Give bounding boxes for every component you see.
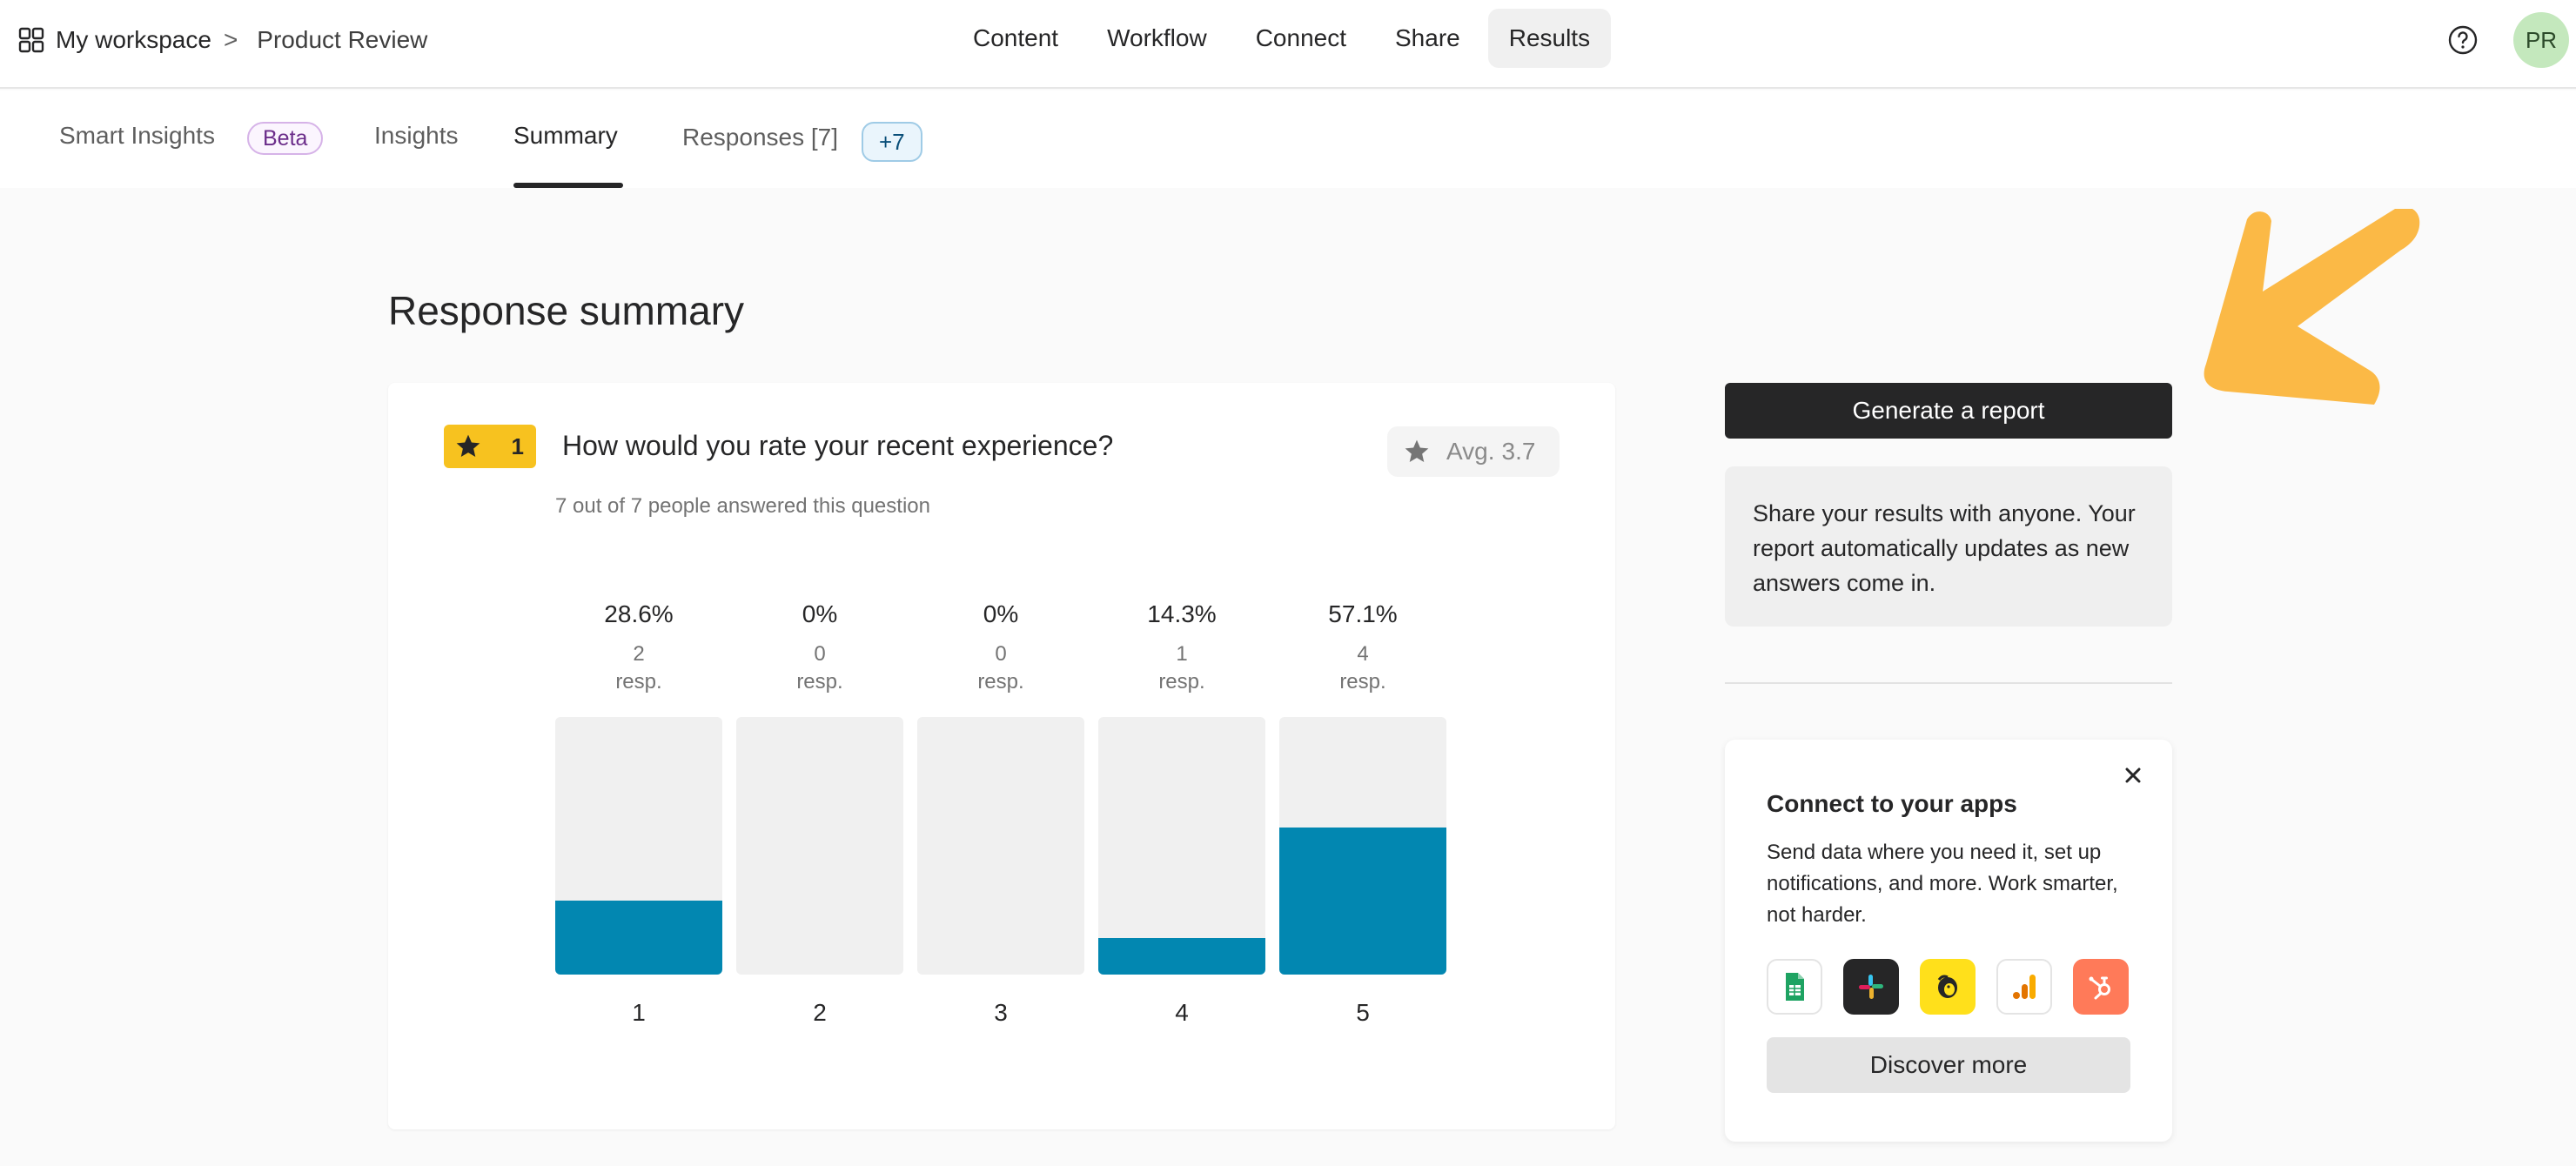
bar-count-label: 1: [1176, 642, 1188, 666]
close-icon[interactable]: [2122, 764, 2144, 787]
tab-summary[interactable]: Summary: [513, 122, 623, 188]
nav-results[interactable]: Results: [1487, 9, 1612, 68]
bar-count-unit: resp.: [977, 670, 1024, 694]
question-number: 1: [511, 432, 524, 459]
average-value: 3.7: [1501, 438, 1536, 465]
tab-insights[interactable]: Insights: [374, 122, 459, 188]
nav-content[interactable]: Content: [952, 9, 1079, 68]
bar-column-5: 57.1% 4 resp. 5: [1279, 600, 1446, 1026]
google-sheets-icon[interactable]: [1767, 959, 1822, 1015]
hubspot-icon[interactable]: [2073, 959, 2129, 1015]
question-summary-card: 1 How would you rate your recent experie…: [388, 383, 1615, 1129]
generate-report-button[interactable]: Generate a report: [1725, 383, 2172, 439]
discover-more-button[interactable]: Discover more: [1767, 1037, 2130, 1093]
bar-track: [736, 717, 903, 975]
tab-insights-label: Insights: [374, 122, 459, 149]
top-bar: My workspace > Product Review Content Wo…: [0, 0, 2576, 89]
report-info-box: Share your results with anyone. Your rep…: [1725, 466, 2172, 627]
bar-track: [1098, 717, 1265, 975]
tab-smart-insights[interactable]: Smart Insights: [59, 122, 215, 188]
breadcrumb-workspace[interactable]: My workspace: [56, 26, 211, 54]
bar-fill: [555, 901, 722, 975]
answered-count: 7 out of 7 people answered this question: [555, 494, 930, 518]
bar-percent-label: 28.6%: [604, 600, 674, 627]
bar-track: [917, 717, 1084, 975]
slack-icon[interactable]: [1843, 959, 1899, 1015]
bar-track: [555, 717, 722, 975]
bar-column-3: 0% 0 resp. 3: [917, 600, 1084, 1026]
bar-fill: [1279, 827, 1446, 975]
tab-smart-insights-label: Smart Insights: [59, 122, 215, 149]
average-label: Avg.: [1446, 438, 1495, 465]
bar-count-unit: resp.: [1339, 670, 1386, 694]
breadcrumb: My workspace > Product Review: [17, 23, 427, 57]
connect-apps-card: Connect to your apps Send data where you…: [1725, 740, 2172, 1142]
bar-category-label: 5: [1356, 999, 1370, 1026]
question-number-badge: 1: [444, 425, 536, 468]
results-subtabs: Smart Insights Beta Insights Summary Res…: [0, 90, 2576, 188]
question-title: How would you rate your recent experienc…: [562, 430, 1114, 461]
apps-title: Connect to your apps: [1767, 790, 2017, 817]
bar-category-label: 1: [632, 999, 646, 1026]
new-responses-badge: +7: [862, 122, 922, 162]
average-rating-pill: Avg. 3.7: [1387, 426, 1560, 477]
nav-connect[interactable]: Connect: [1235, 9, 1367, 68]
bar-count-label: 2: [633, 642, 645, 666]
workspace-grid-icon[interactable]: [17, 26, 45, 54]
bar-percent-label: 14.3%: [1147, 600, 1217, 627]
bar-fill: [1098, 937, 1265, 975]
annotation-arrow-icon: [2204, 209, 2420, 405]
apps-description: Send data where you need it, set up noti…: [1767, 841, 2118, 927]
nav-workflow[interactable]: Workflow: [1086, 9, 1228, 68]
tab-summary-label: Summary: [513, 122, 618, 149]
bar-column-1: 28.6% 2 resp. 1: [555, 600, 722, 1026]
beta-badge: Beta: [247, 122, 324, 155]
breadcrumb-form[interactable]: Product Review: [257, 26, 427, 54]
star-icon: [456, 434, 480, 457]
bar-percent-label: 0%: [983, 600, 1019, 627]
rating-bar-chart: 28.6% 2 resp. 1 0% 0 resp. 2 0% 0 resp. 3 14.3% 1 resp…: [555, 600, 1452, 1026]
bar-track: [1279, 717, 1446, 975]
bar-category-label: 4: [1175, 999, 1189, 1026]
bar-count-unit: resp.: [1158, 670, 1205, 694]
bar-count-label: 0: [995, 642, 1007, 666]
bar-count-label: 4: [1357, 642, 1369, 666]
bar-category-label: 3: [994, 999, 1008, 1026]
mailchimp-icon[interactable]: [1920, 959, 1976, 1015]
help-icon[interactable]: [2447, 24, 2479, 56]
page-title: Response summary: [388, 288, 745, 333]
bar-percent-label: 0%: [802, 600, 838, 627]
bar-count-unit: resp.: [615, 670, 662, 694]
tab-responses-label: Responses [7]: [682, 124, 838, 151]
bar-count-label: 0: [814, 642, 826, 666]
breadcrumb-separator: >: [223, 26, 238, 53]
bar-count-unit: resp.: [796, 670, 843, 694]
app-icon-row: [1767, 959, 2150, 1015]
user-avatar[interactable]: PR: [2513, 12, 2569, 68]
bar-category-label: 2: [813, 999, 827, 1026]
main-nav: Content Workflow Connect Share Results: [952, 9, 1618, 68]
section-divider: [1725, 682, 2172, 684]
nav-share[interactable]: Share: [1374, 9, 1481, 68]
star-outline-icon: [1405, 439, 1429, 462]
google-analytics-icon[interactable]: [1996, 959, 2052, 1015]
bar-percent-label: 57.1%: [1328, 600, 1398, 627]
bar-column-2: 0% 0 resp. 2: [736, 600, 903, 1026]
tab-responses[interactable]: Responses [7]: [682, 124, 838, 190]
bar-column-4: 14.3% 1 resp. 4: [1098, 600, 1265, 1026]
active-tab-underline: [513, 183, 623, 188]
